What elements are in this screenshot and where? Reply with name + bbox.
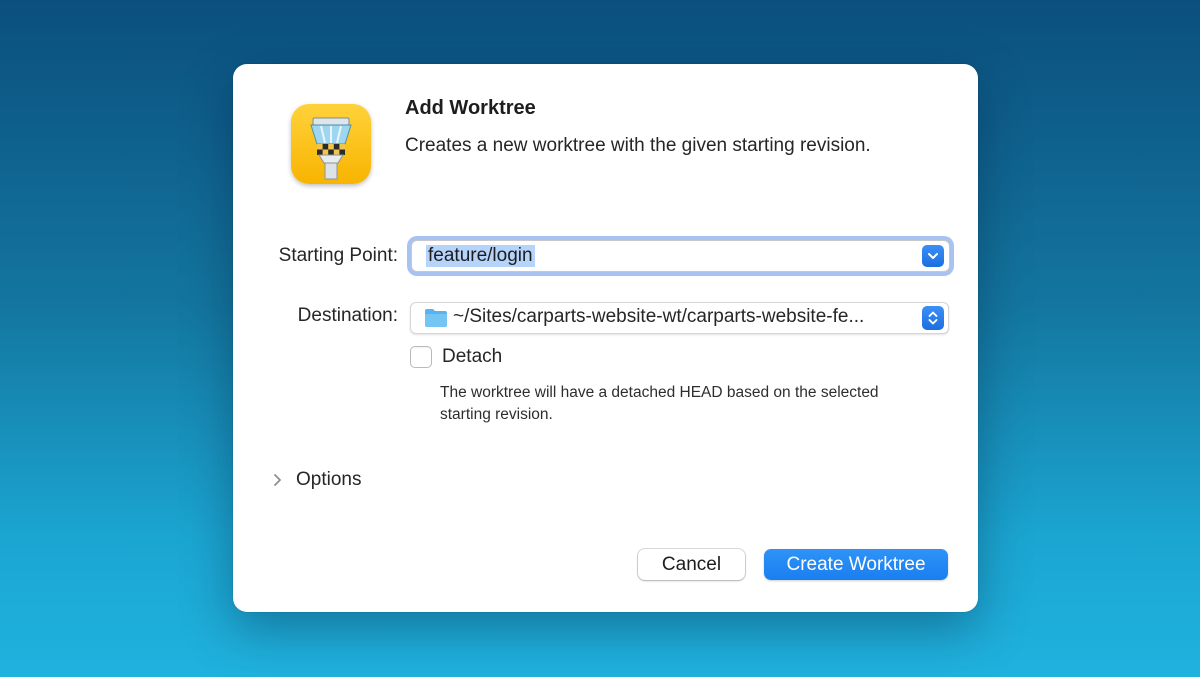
destination-value: ~/Sites/carparts-website-wt/carparts-web… [453,306,865,327]
detach-label[interactable]: Detach [442,346,502,368]
destination-label: Destination: [297,305,398,326]
chevron-right-icon[interactable] [271,473,283,487]
folder-icon [424,308,448,328]
options-disclosure-label[interactable]: Options [296,469,361,491]
create-worktree-button[interactable]: Create Worktree [764,549,948,580]
detach-help-text: The worktree will have a detached HEAD b… [440,384,879,423]
starting-point-value[interactable]: feature/login [426,245,535,267]
starting-point-label: Starting Point: [278,245,398,266]
dialog-subtitle: Creates a new worktree with the given st… [405,135,871,156]
dialog-title: Add Worktree [405,97,536,119]
chevron-down-icon[interactable] [922,245,944,267]
starting-point-combobox[interactable]: feature/login [411,240,950,272]
up-down-chevron-icon[interactable] [922,306,944,330]
destination-popup[interactable]: ~/Sites/carparts-website-wt/carparts-web… [410,302,949,334]
tower-app-icon [291,104,371,184]
detach-checkbox[interactable] [410,346,432,368]
add-worktree-dialog: Add Worktree Creates a new worktree with… [233,64,978,612]
cancel-button[interactable]: Cancel [638,549,745,580]
